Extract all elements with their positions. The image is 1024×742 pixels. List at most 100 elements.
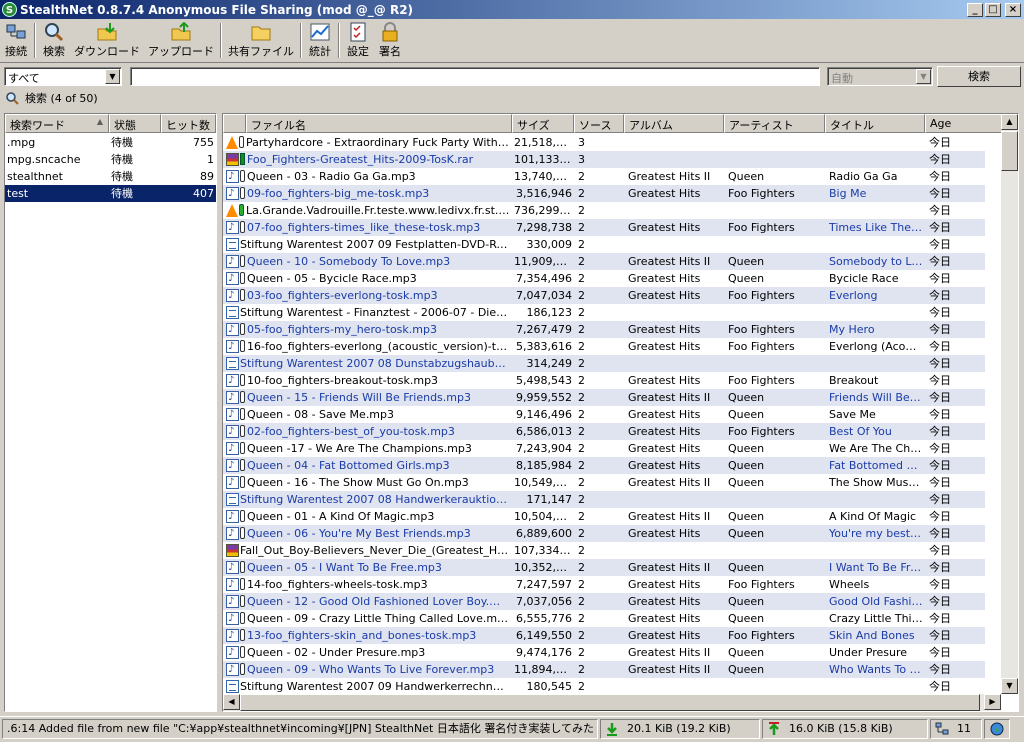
close-button[interactable]: ×: [1005, 2, 1021, 17]
column-header-keyword[interactable]: 検索ワード ▲: [5, 114, 109, 133]
result-row[interactable]: 10-foo_fighters-breakout-tosk.mp3 5,498,5…: [223, 372, 985, 389]
toolbar-search-button[interactable]: 検索: [38, 19, 70, 62]
scroll-left-button[interactable]: ◀: [223, 694, 240, 710]
result-title: Who Wants To Li...: [829, 663, 925, 676]
toolbar-upload-button[interactable]: アップロード: [144, 19, 218, 62]
search-input[interactable]: [130, 67, 820, 86]
result-row[interactable]: 09-foo_fighters-big_me-tosk.mp3 3,516,946…: [223, 185, 985, 202]
scroll-thumb[interactable]: [240, 694, 980, 711]
column-header-sources[interactable]: ソース: [574, 114, 624, 133]
column-header-age[interactable]: Age: [925, 114, 1003, 133]
column-header-hits[interactable]: ヒット数: [161, 114, 216, 133]
result-row[interactable]: 14-foo_fighters-wheels-tosk.mp3 7,247,597…: [223, 576, 985, 593]
result-row[interactable]: 02-foo_fighters-best_of_you-tosk.mp3 6,58…: [223, 423, 985, 440]
keyword-row[interactable]: stealthnet 待機 89: [5, 168, 216, 185]
result-row[interactable]: Queen - 16 - The Show Must Go On.mp310,5…: [223, 474, 985, 491]
result-age: 今日: [929, 340, 951, 353]
scroll-right-button[interactable]: ▶: [984, 694, 1001, 710]
result-row[interactable]: Queen - 08 - Save Me.mp3 9,146,496 2 Greate…: [223, 406, 985, 423]
toolbar-shared-files-button[interactable]: 共有ファイル: [224, 19, 298, 62]
scroll-up-button[interactable]: ▲: [1001, 114, 1018, 130]
result-row[interactable]: 05-foo_fighters-my_hero-tosk.mp3 7,267,47…: [223, 321, 985, 338]
result-row[interactable]: Queen - 09 - Crazy Little Thing Called L…: [223, 610, 985, 627]
result-album: Greatest Hits: [628, 289, 701, 302]
result-sources: 2: [578, 561, 585, 574]
result-artist: Queen: [728, 595, 765, 608]
result-row[interactable]: Partyhardcore - Extraordinary Fuck Party…: [223, 134, 985, 151]
keyword-row[interactable]: .mpg 待機 755: [5, 134, 216, 151]
keyword-row[interactable]: test 待機 407: [5, 185, 216, 202]
result-row[interactable]: 07-foo_fighters-times_like_these-tosk.mp…: [223, 219, 985, 236]
maximize-button[interactable]: □: [985, 2, 1001, 17]
column-header-album[interactable]: アルバム: [624, 114, 724, 133]
result-artist: [724, 134, 825, 151]
column-header-indicator[interactable]: [223, 114, 246, 133]
globe-status[interactable]: [984, 718, 1010, 739]
result-artist: Queen: [728, 408, 765, 421]
audio-file-icon: [226, 627, 239, 644]
result-row[interactable]: Queen - 01 - A Kind Of Magic.mp310,504,3…: [223, 508, 985, 525]
column-header-title[interactable]: タイトル: [825, 114, 925, 133]
minimize-button[interactable]: _: [967, 2, 983, 17]
result-row[interactable]: Queen - 04 - Fat Bottomed Girls.mp3 8,185…: [223, 457, 985, 474]
chevron-down-icon[interactable]: ▼: [105, 69, 120, 84]
result-filename: Partyhardcore - Extraordinary Fuck Party…: [223, 134, 512, 151]
result-row[interactable]: Queen - 05 - Bycicle Race.mp3 7,354,496 2 G…: [223, 270, 985, 287]
keyword-row[interactable]: mpg.sncache 待機 1: [5, 151, 216, 168]
result-row[interactable]: Queen - 02 - Under Presure.mp3 9,474,176 2…: [223, 644, 985, 661]
result-artist: Queen: [728, 272, 765, 285]
toolbar-settings-button[interactable]: 設定: [342, 19, 374, 62]
result-row[interactable]: Queen - 06 - You're My Best Friends.mp3 6…: [223, 525, 985, 542]
toolbar-connect-button[interactable]: 接続: [0, 19, 32, 62]
result-row[interactable]: Queen -17 - We Are The Champions.mp3 7,24…: [223, 440, 985, 457]
toolbar-download-button[interactable]: ダウンロード: [70, 19, 144, 62]
result-row[interactable]: 16-foo_fighters-everlong_(acoustic_versi…: [223, 338, 985, 355]
results-horizontal-scrollbar[interactable]: ◀ ▶: [223, 694, 1001, 711]
results-vertical-scrollbar[interactable]: ▲ ▼: [1001, 114, 1018, 694]
result-row[interactable]: 13-foo_fighters-skin_and_bones-tosk.mp3 6…: [223, 627, 985, 644]
result-row[interactable]: 03-foo_fighters-everlong-tosk.mp3 7,047,0…: [223, 287, 985, 304]
result-row[interactable]: Queen - 15 - Friends Will Be Friends.mp3…: [223, 389, 985, 406]
column-header-state[interactable]: 状態: [109, 114, 161, 133]
search-results-list[interactable]: ファイル名 サイズ ソース アルバム アーティスト タイトル Age Party…: [222, 113, 1019, 712]
result-artist: Queen: [728, 255, 765, 268]
result-row[interactable]: Stiftung Warentest 2007 09 Festplatten-D…: [223, 236, 985, 253]
audio-file-icon: [226, 457, 239, 474]
result-row[interactable]: Stiftung Warentest 2007 09 Handwerkerrec…: [223, 678, 985, 694]
result-title: Bycicle Race: [829, 272, 899, 285]
scroll-thumb[interactable]: [1001, 131, 1018, 171]
result-album: Greatest Hits II: [628, 663, 711, 676]
search-type-select[interactable]: すべて ▼: [4, 67, 122, 86]
result-row[interactable]: Queen - 03 - Radio Ga Ga.mp313,740,160 2 G…: [223, 168, 985, 185]
column-header-filename[interactable]: ファイル名: [246, 114, 512, 133]
availability-icon: [240, 289, 245, 301]
result-row[interactable]: Queen - 12 - Good Old Fashioned Lover Bo…: [223, 593, 985, 610]
result-row[interactable]: Queen - 05 - I Want To Be Free.mp310,352…: [223, 559, 985, 576]
result-row[interactable]: La.Grande.Vadrouille.Fr.teste.www.ledivx…: [223, 202, 985, 219]
keyword-word: stealthnet: [7, 170, 63, 183]
audio-file-icon: [226, 168, 239, 185]
result-row[interactable]: Stiftung Warentest 2007 08 Dunstabzugsha…: [223, 355, 985, 372]
title-bar[interactable]: S StealthNet 0.8.7.4 Anonymous File Shar…: [0, 0, 1024, 19]
column-header-size[interactable]: サイズ: [512, 114, 574, 133]
column-header-artist[interactable]: アーティスト: [724, 114, 825, 133]
toolbar-statistics-button[interactable]: 統計: [304, 19, 336, 62]
result-row[interactable]: Stiftung Warentest 2007 08 Handwerkerauk…: [223, 491, 985, 508]
result-row[interactable]: Foo_Fighters-Greatest_Hits-2009-TosK.rar…: [223, 151, 985, 168]
result-size: 7,267,479: [516, 323, 572, 336]
search-mode-select[interactable]: 自動 ▼: [827, 67, 933, 86]
toolbar-signature-button[interactable]: 署名: [374, 19, 406, 62]
result-row[interactable]: Stiftung Warentest - Finanztest - 2006-0…: [223, 304, 985, 321]
search-keywords-list[interactable]: 検索ワード ▲ 状態 ヒット数 .mpg 待機 755 mpg.sncache 待機 1 st…: [4, 113, 217, 712]
result-title: [825, 355, 925, 372]
result-row[interactable]: Queen - 09 - Who Wants To Live Forever.m…: [223, 661, 985, 678]
result-row[interactable]: Queen - 10 - Somebody To Love.mp311,909,…: [223, 253, 985, 270]
result-size: 3,516,946: [516, 187, 572, 200]
result-row[interactable]: Fall_Out_Boy-Believers_Never_Die_(Greate…: [223, 542, 985, 559]
chevron-down-icon[interactable]: ▼: [916, 69, 931, 84]
search-button[interactable]: 検索: [937, 66, 1021, 87]
result-filename: Queen - 03 - Radio Ga Ga.mp3: [223, 168, 512, 185]
app-icon: S: [2, 2, 17, 17]
result-sources: 2: [578, 374, 585, 387]
scroll-down-button[interactable]: ▼: [1001, 678, 1018, 694]
